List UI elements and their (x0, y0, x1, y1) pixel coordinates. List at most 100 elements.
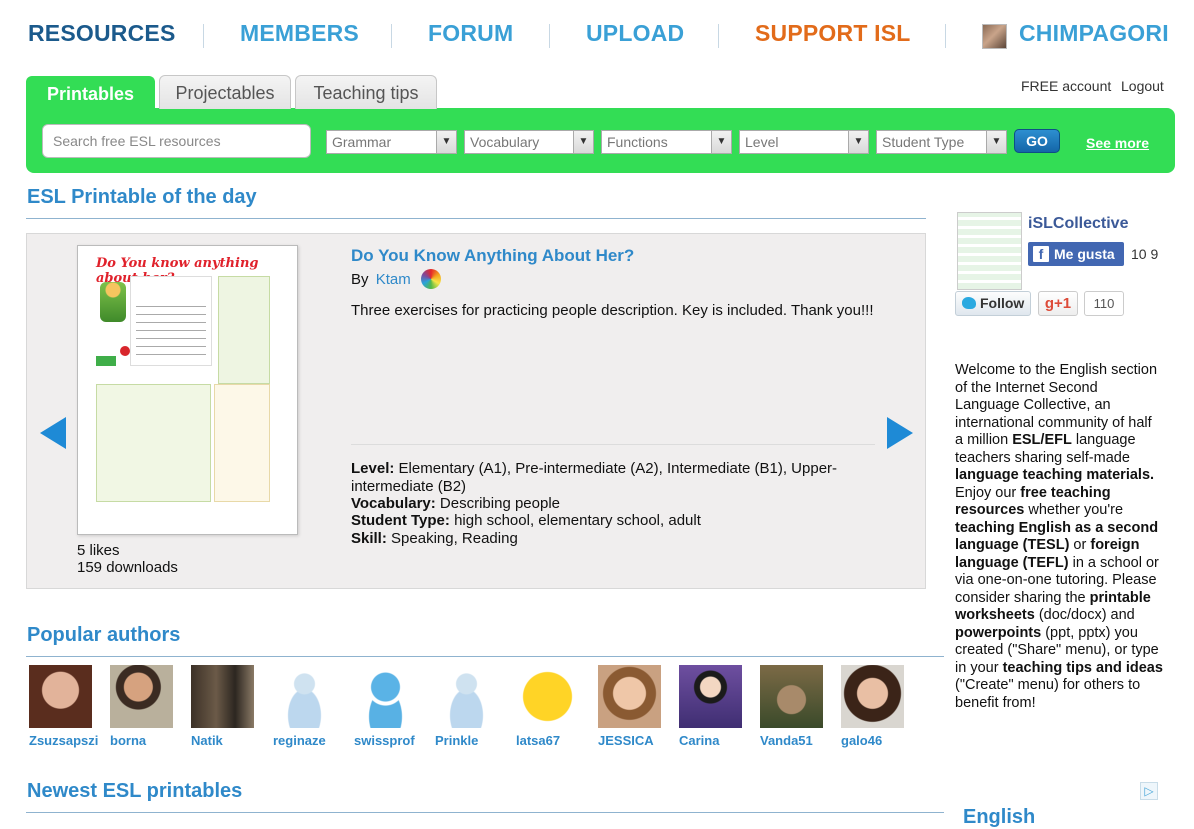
avatar[interactable] (598, 665, 661, 728)
sidebar-next-heading: English (963, 806, 1036, 828)
go-button[interactable]: GO (1014, 129, 1060, 153)
nav-resources[interactable]: RESOURCES (28, 20, 176, 47)
logout-link[interactable]: Logout (1121, 78, 1164, 94)
author-card[interactable]: Vanda51 (760, 665, 824, 748)
see-more-link[interactable]: See more (1086, 135, 1149, 151)
welcome-text-bold: language teaching materials. (955, 467, 1155, 483)
nav-forum[interactable]: FORUM (428, 20, 513, 47)
worksheet-thumbnail[interactable]: Do You know anything about her? (77, 245, 298, 535)
author-card[interactable]: swissprof (354, 665, 418, 748)
nav-members[interactable]: MEMBERS (240, 20, 359, 47)
author-name[interactable]: Prinkle (435, 733, 478, 748)
author-card[interactable]: Zsuzsapszi (29, 665, 98, 748)
author-card[interactable]: Natik (191, 665, 255, 748)
author-name[interactable]: galo46 (841, 733, 882, 748)
author-card[interactable]: latsa67 (516, 665, 580, 748)
arrow-right-icon[interactable] (887, 417, 913, 449)
author-card[interactable]: Prinkle (435, 665, 499, 748)
vocabulary-label: Vocabulary: (351, 495, 436, 512)
welcome-text-part: ("Create" menu) for others to benefit fr… (955, 677, 1141, 711)
student-type-info: Student Type: high school, elementary sc… (351, 512, 701, 530)
site-thumbnail[interactable] (957, 212, 1022, 290)
free-account-link[interactable]: FREE account (1021, 78, 1111, 94)
nav-support[interactable]: SUPPORT ISL (755, 20, 911, 47)
student-type-select[interactable]: Student Type ▼ (876, 130, 1007, 154)
vocabulary-select[interactable]: Vocabulary ▼ (464, 130, 594, 154)
grammar-select[interactable]: Grammar ▼ (326, 130, 457, 154)
author-name[interactable]: Carina (679, 733, 719, 748)
level-select[interactable]: Level ▼ (739, 130, 869, 154)
author-name[interactable]: latsa67 (516, 733, 560, 748)
worksheet-clipart (96, 356, 116, 366)
nav-upload[interactable]: UPLOAD (586, 20, 684, 47)
avatar[interactable] (354, 665, 417, 728)
avatar[interactable] (435, 665, 498, 728)
author-name[interactable]: Vanda51 (760, 733, 813, 748)
worksheet-reading-text (96, 384, 211, 502)
author-name[interactable]: JESSICA (598, 733, 654, 748)
author-name[interactable]: swissprof (354, 733, 415, 748)
avatar[interactable] (191, 665, 254, 728)
tab-teaching-tips[interactable]: Teaching tips (295, 75, 437, 109)
author-name[interactable]: borna (110, 733, 146, 748)
worksheet-line (136, 314, 206, 315)
search-input[interactable]: Search free ESL resources (42, 124, 311, 158)
author-name[interactable]: Zsuzsapszi (29, 733, 98, 748)
chevron-down-icon: ▼ (986, 131, 1006, 153)
avatar[interactable] (760, 665, 823, 728)
site-name-link[interactable]: iSLCollective (1028, 215, 1128, 233)
worksheet-clipart (120, 346, 130, 356)
adchoices-icon[interactable]: ▷ (1140, 782, 1158, 800)
tab-projectables[interactable]: Projectables (159, 75, 291, 109)
welcome-text-bold: ESL/EFL (1012, 432, 1072, 448)
section-divider (26, 812, 944, 813)
welcome-text: Welcome to the English section of the In… (955, 362, 1163, 712)
author-card[interactable]: borna (110, 665, 174, 748)
worksheet-line (136, 346, 206, 347)
author-name[interactable]: reginaze (273, 733, 326, 748)
worksheet-line (136, 330, 206, 331)
author-link[interactable]: Ktam (376, 271, 411, 288)
welcome-text-part: Enjoy our (955, 484, 1021, 501)
popular-authors-title: Popular authors (27, 624, 181, 646)
student-type-label: Student Type: (351, 512, 450, 529)
user-avatar[interactable] (982, 24, 1007, 49)
avatar[interactable] (29, 665, 92, 728)
arrow-left-icon[interactable] (40, 417, 66, 449)
chevron-down-icon: ▼ (573, 131, 593, 153)
author-card[interactable]: galo46 (841, 665, 905, 748)
section-divider (26, 218, 926, 219)
chevron-down-icon: ▼ (848, 131, 868, 153)
tab-printables[interactable]: Printables (26, 76, 155, 110)
nav-separator (945, 24, 946, 48)
vocabulary-info: Vocabulary: Describing people (351, 495, 560, 513)
author-card[interactable]: Carina (679, 665, 743, 748)
level-label: Level: (351, 460, 395, 477)
welcome-text-part: or (1069, 537, 1091, 553)
author-card[interactable]: reginaze (273, 665, 337, 748)
google-plus-button[interactable]: g+1 (1038, 291, 1078, 316)
twitter-bird-icon (962, 297, 976, 309)
worksheet-answers (214, 384, 270, 502)
functions-select[interactable]: Functions ▼ (601, 130, 732, 154)
avatar[interactable] (516, 665, 579, 728)
avatar[interactable] (110, 665, 173, 728)
avatar[interactable] (841, 665, 904, 728)
avatar[interactable] (273, 665, 336, 728)
nav-user[interactable]: CHIMPAGORI (1019, 20, 1169, 47)
printable-title-link[interactable]: Do You Know Anything About Her? (351, 246, 634, 266)
downloads-count: 159 downloads (77, 559, 178, 576)
worksheet-line (136, 306, 206, 307)
google-plus-count: 110 (1084, 291, 1124, 316)
author-name[interactable]: Natik (191, 733, 223, 748)
twitter-follow-label: Follow (980, 295, 1025, 311)
chevron-down-icon: ▼ (436, 131, 456, 153)
author-card[interactable]: JESSICA (598, 665, 662, 748)
worksheet-exercise-1 (130, 276, 212, 366)
avatar[interactable] (679, 665, 742, 728)
grammar-select-label: Grammar (332, 134, 392, 150)
facebook-like-button[interactable]: f Me gusta (1028, 242, 1124, 266)
vocabulary-select-label: Vocabulary (470, 134, 540, 150)
vocabulary-value: Describing people (439, 495, 560, 512)
twitter-follow-button[interactable]: Follow (955, 291, 1031, 316)
